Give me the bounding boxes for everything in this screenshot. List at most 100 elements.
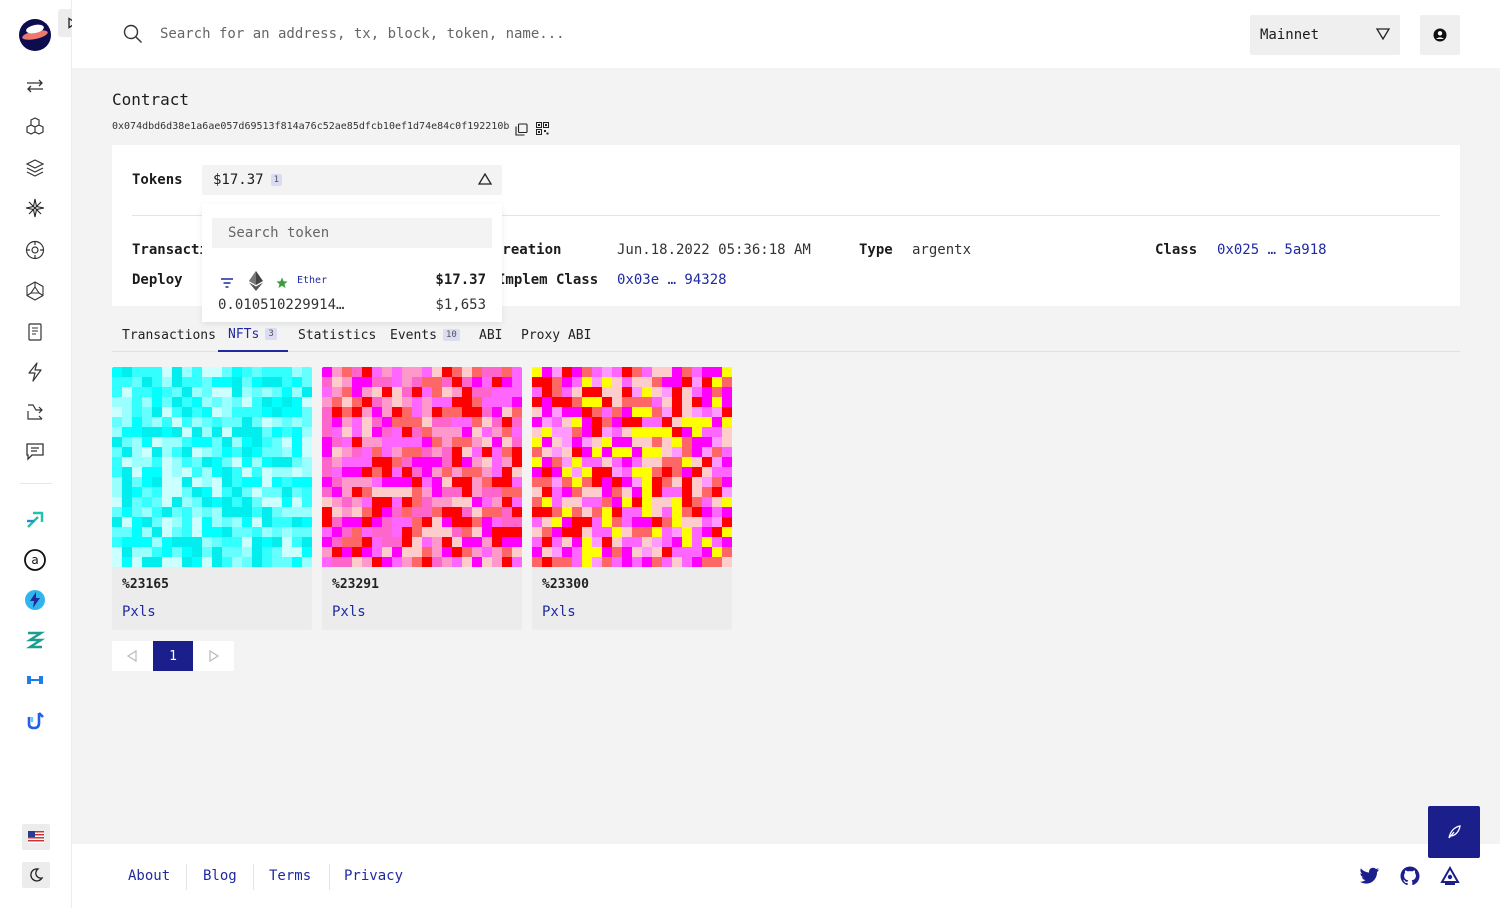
nft-pixel (112, 557, 122, 567)
argent-at-icon[interactable]: a (23, 548, 47, 572)
nft-pixel (652, 407, 662, 417)
nft-pixel (342, 397, 352, 407)
qr-code-icon[interactable] (536, 120, 549, 139)
global-search-input[interactable] (160, 22, 860, 46)
nft-pixel (562, 557, 572, 567)
nft-collection-link[interactable]: Pxls (332, 604, 366, 620)
moon-icon[interactable] (22, 862, 50, 888)
nft-pixel (322, 457, 332, 467)
class-hash-link[interactable]: 0x025 … 5a918 (1217, 242, 1327, 258)
nft-pixel (412, 517, 422, 527)
nft-pixel (172, 547, 182, 557)
implem-class-link[interactable]: 0x03e … 94328 (617, 272, 727, 288)
nft-pixel (592, 487, 602, 497)
tab-transactions[interactable]: Transactions (112, 318, 226, 352)
starkgate-icon[interactable] (23, 508, 47, 532)
tab-proxy-abi[interactable]: Proxy ABI (511, 318, 601, 352)
footer-link-blog[interactable]: Blog (203, 868, 237, 884)
filter-icon[interactable] (220, 274, 234, 293)
account-button[interactable] (1420, 15, 1460, 55)
nft-pixel (642, 417, 652, 427)
network-select[interactable]: Mainnet (1250, 15, 1400, 55)
nft-pixel (502, 467, 512, 477)
target-icon[interactable] (23, 238, 47, 262)
nft-pixel (482, 467, 492, 477)
nft-collection-link[interactable]: Pxls (542, 604, 576, 620)
nft-pixel (352, 387, 362, 397)
nft-pixel (402, 457, 412, 467)
nft-pixel (272, 417, 282, 427)
nft-pixel (622, 537, 632, 547)
nft-pixel (342, 427, 352, 437)
nft-pixel (652, 427, 662, 437)
nft-pixel (452, 537, 462, 547)
lightning-icon[interactable] (23, 360, 47, 384)
unframed-icon[interactable] (23, 708, 47, 732)
next-page-button[interactable] (194, 641, 234, 671)
chat-icon[interactable] (23, 439, 47, 463)
page-number-button[interactable]: 1 (153, 641, 193, 671)
footer-link-privacy[interactable]: Privacy (344, 868, 403, 884)
nft-pixel (162, 507, 172, 517)
github-icon[interactable] (1399, 865, 1421, 887)
nft-pixel (482, 367, 492, 377)
tab-events[interactable]: Events 10 (380, 318, 470, 352)
nft-pixel (692, 497, 702, 507)
triangle-down-icon (1375, 28, 1391, 44)
blocks-icon[interactable] (23, 115, 47, 139)
nft-pixel (642, 517, 652, 527)
nft-card[interactable]: %23300 Pxls (532, 367, 732, 630)
nft-card[interactable]: %23291 Pxls (322, 367, 522, 630)
footer-link-terms[interactable]: Terms (269, 868, 311, 884)
nft-pixel (422, 437, 432, 447)
footer-link-about[interactable]: About (128, 868, 170, 884)
us-flag-icon[interactable] (22, 824, 50, 850)
tab-nfts[interactable]: NFTs 3 (218, 318, 288, 352)
app-logo[interactable] (19, 19, 51, 51)
zklend-icon[interactable] (23, 628, 47, 652)
token-search-input[interactable] (212, 218, 492, 248)
nft-card[interactable]: %23165 Pxls (112, 367, 312, 630)
copy-icon[interactable] (515, 121, 528, 140)
twitter-icon[interactable] (1359, 865, 1381, 887)
token-row[interactable]: Ether $17.37 (202, 270, 502, 292)
nft-pixel (582, 527, 592, 537)
nft-pixel (192, 487, 202, 497)
tab-abi[interactable]: ABI (469, 318, 512, 352)
nft-pixel (392, 417, 402, 427)
nft-pixel (192, 547, 202, 557)
nft-pixel (332, 377, 342, 387)
nft-pixel (112, 477, 122, 487)
network-icon[interactable] (23, 279, 47, 303)
transfer-icon[interactable] (23, 74, 47, 98)
swap-icon[interactable] (23, 400, 47, 424)
tokens-dropdown[interactable]: $17.37 1 (202, 165, 502, 195)
nft-collection-link[interactable]: Pxls (122, 604, 156, 620)
nft-pixel (462, 487, 472, 497)
nft-pixel (442, 557, 452, 567)
feedback-button[interactable] (1428, 806, 1480, 858)
nft-pixel (482, 487, 492, 497)
layers-icon[interactable] (23, 156, 47, 180)
bolt-app-icon[interactable] (23, 588, 47, 612)
nft-pixel (212, 447, 222, 457)
nft-pixel (212, 487, 222, 497)
previous-page-button[interactable] (112, 641, 152, 671)
nft-pixel (352, 477, 362, 487)
nft-pixel (272, 557, 282, 567)
nft-pixel (282, 497, 292, 507)
nft-pixel (612, 517, 622, 527)
nft-pixel (512, 397, 522, 407)
nft-pixel (322, 427, 332, 437)
nft-pixel (112, 447, 122, 457)
discord-icon[interactable] (1439, 865, 1461, 887)
nft-pixel (492, 477, 502, 487)
hashstack-icon[interactable] (23, 668, 47, 692)
nft-pixel (602, 387, 612, 397)
tab-statistics[interactable]: Statistics (288, 318, 386, 352)
nft-pixel (362, 407, 372, 417)
document-icon[interactable] (23, 320, 47, 344)
nft-pixel (382, 407, 392, 417)
sparkle-icon[interactable] (23, 196, 47, 220)
nft-pixel (172, 557, 182, 567)
